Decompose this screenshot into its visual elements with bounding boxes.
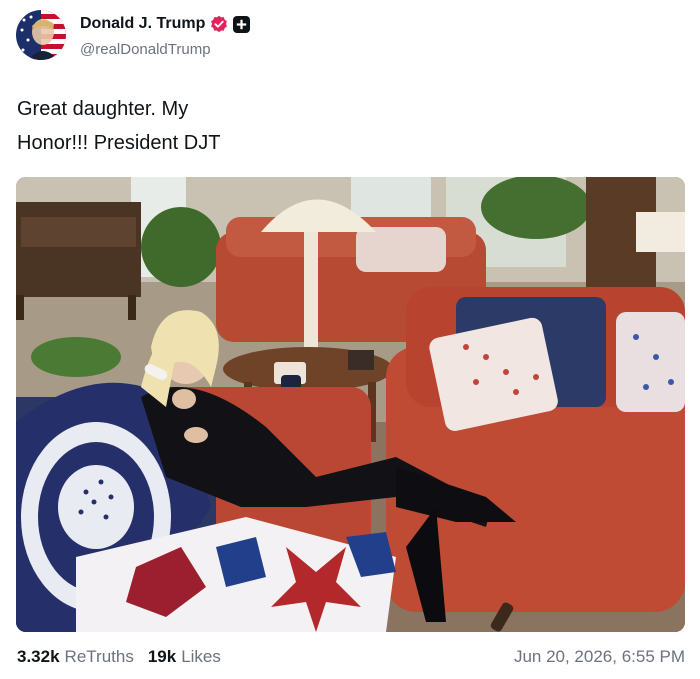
display-name[interactable]: Donald J. Trump	[80, 15, 205, 33]
avatar-icon	[16, 10, 66, 60]
user-handle[interactable]: @realDonaldTrump	[80, 41, 211, 58]
photo-image	[16, 177, 685, 632]
post-header: Donald J. Trump @realDonaldTrump	[16, 10, 684, 60]
name-row: Donald J. Trump	[80, 13, 251, 35]
post-text-line: Honor!!! President DJT	[17, 132, 221, 154]
verified-badge-icon	[210, 15, 228, 33]
likes-label[interactable]: Likes	[181, 647, 221, 667]
likes-count[interactable]: 19k	[148, 647, 176, 667]
post-timestamp[interactable]: Jun 20, 2026, 6:55 PM	[514, 645, 685, 669]
avatar[interactable]	[16, 10, 66, 60]
plus-badge-icon	[233, 15, 251, 33]
post-text-line: Great daughter. My	[17, 98, 189, 120]
engagement-stats: 3.32k ReTruths 19k Likes	[17, 645, 235, 669]
retruths-label[interactable]: ReTruths	[65, 647, 134, 667]
post-photo[interactable]	[16, 177, 685, 632]
post-text: Great daughter. My Honor!!! President DJ…	[17, 92, 617, 160]
retruths-count[interactable]: 3.32k	[17, 647, 60, 667]
